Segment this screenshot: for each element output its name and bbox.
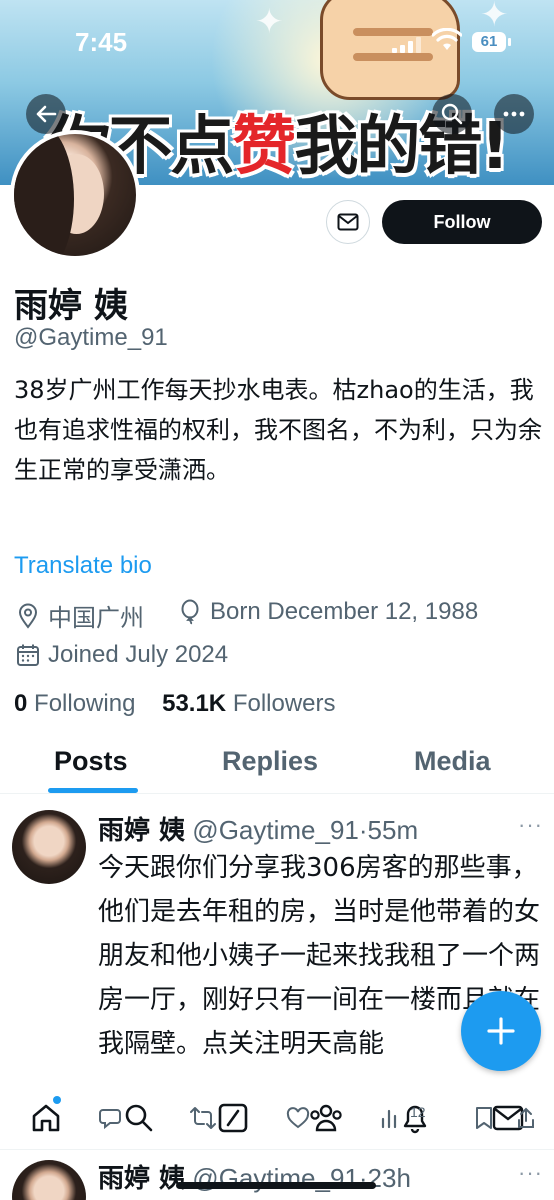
profile-tabs: Posts Replies Media: [0, 740, 554, 794]
home-indicator: [176, 1182, 376, 1189]
compose-button[interactable]: [461, 991, 541, 1071]
home-icon: [32, 1104, 60, 1132]
translate-bio-link[interactable]: Translate bio: [14, 552, 152, 580]
tab-replies[interactable]: Replies: [222, 746, 318, 777]
status-time: 7:45: [75, 27, 128, 57]
reply-action[interactable]: [98, 1094, 122, 1142]
views-action[interactable]: [380, 1094, 402, 1142]
tab-media[interactable]: Media: [414, 746, 491, 777]
retweet-action[interactable]: [190, 1094, 216, 1142]
birthday-meta: Born December 12, 1988: [178, 598, 478, 626]
grok-icon: [218, 1103, 248, 1133]
views-icon: [381, 1109, 397, 1129]
calendar-icon: [17, 644, 39, 666]
tweet-more-icon[interactable]: ···: [518, 812, 543, 838]
tweet-header: 雨婷 姨 @Gaytime_91·55m: [98, 810, 418, 847]
display-name: 雨婷 姨: [14, 286, 128, 326]
battery-indicator: 61: [472, 32, 511, 52]
followers-link[interactable]: 53.1K Followers: [162, 690, 335, 717]
bookmark-action[interactable]: [474, 1094, 494, 1142]
tweet-actions-and-nav: [0, 1094, 554, 1142]
search-button[interactable]: [432, 94, 472, 134]
retweet-icon: [190, 1107, 216, 1129]
bookmark-icon: [476, 1107, 492, 1129]
profile-avatar[interactable]: [10, 130, 140, 260]
tweet-avatar[interactable]: [12, 1160, 86, 1200]
mail-icon: [337, 213, 359, 231]
tweet-author-name[interactable]: 雨婷 姨: [98, 1164, 185, 1194]
status-bar: 7:45 61: [0, 0, 554, 80]
back-button[interactable]: [26, 94, 66, 134]
more-icon: [503, 111, 525, 117]
follow-button[interactable]: Follow: [382, 200, 542, 244]
tweet-handle-time: @Gaytime_91·55m: [192, 815, 419, 845]
nav-communities[interactable]: [308, 1094, 344, 1142]
tweet-header: 雨婷 姨 @Gaytime_91·23h: [98, 1158, 411, 1195]
tweet-more-icon[interactable]: ···: [518, 1160, 543, 1186]
location-icon: [18, 603, 38, 629]
profile-handle: @Gaytime_91: [14, 324, 168, 351]
like-icon: [286, 1107, 310, 1129]
location-meta: 中国广州: [16, 598, 144, 633]
wifi-icon: [432, 28, 462, 50]
message-button[interactable]: [326, 200, 370, 244]
location-text: 中国广州: [48, 605, 144, 632]
home-notification-dot: [53, 1096, 61, 1104]
joined-text: Joined July 2024: [48, 641, 229, 668]
share-icon: [518, 1107, 534, 1128]
following-link[interactable]: 0 Following: [14, 690, 135, 717]
tweet-author-name[interactable]: 雨婷 姨: [98, 816, 185, 846]
tweet-avatar[interactable]: [12, 810, 86, 884]
back-arrow-icon: [36, 105, 57, 123]
search-nav-icon: [125, 1104, 153, 1132]
compose-plus-icon: [487, 1017, 515, 1045]
born-text: Born December 12, 1988: [210, 598, 479, 625]
nav-search[interactable]: [124, 1094, 154, 1142]
like-action[interactable]: [286, 1094, 310, 1142]
reply-icon: [99, 1109, 121, 1130]
cell-signal-icon: [392, 37, 422, 53]
joined-meta: Joined July 2024: [16, 641, 228, 669]
active-tab-indicator: [48, 788, 138, 793]
search-icon: [441, 103, 463, 125]
tab-posts[interactable]: Posts: [54, 746, 128, 777]
follow-counts: 0 Following 53.1K Followers: [14, 690, 336, 718]
profile-bio: 38岁广州工作每天抄水电表。枯zhao的生活，我也有追求性福的权利，我不图名，不…: [14, 376, 542, 484]
communities-icon: [310, 1104, 342, 1132]
balloon-icon: [181, 599, 199, 625]
more-options-button[interactable]: [494, 94, 534, 134]
view-count: 12: [410, 1104, 426, 1120]
share-action[interactable]: [516, 1094, 536, 1142]
nav-grok[interactable]: [218, 1094, 248, 1142]
